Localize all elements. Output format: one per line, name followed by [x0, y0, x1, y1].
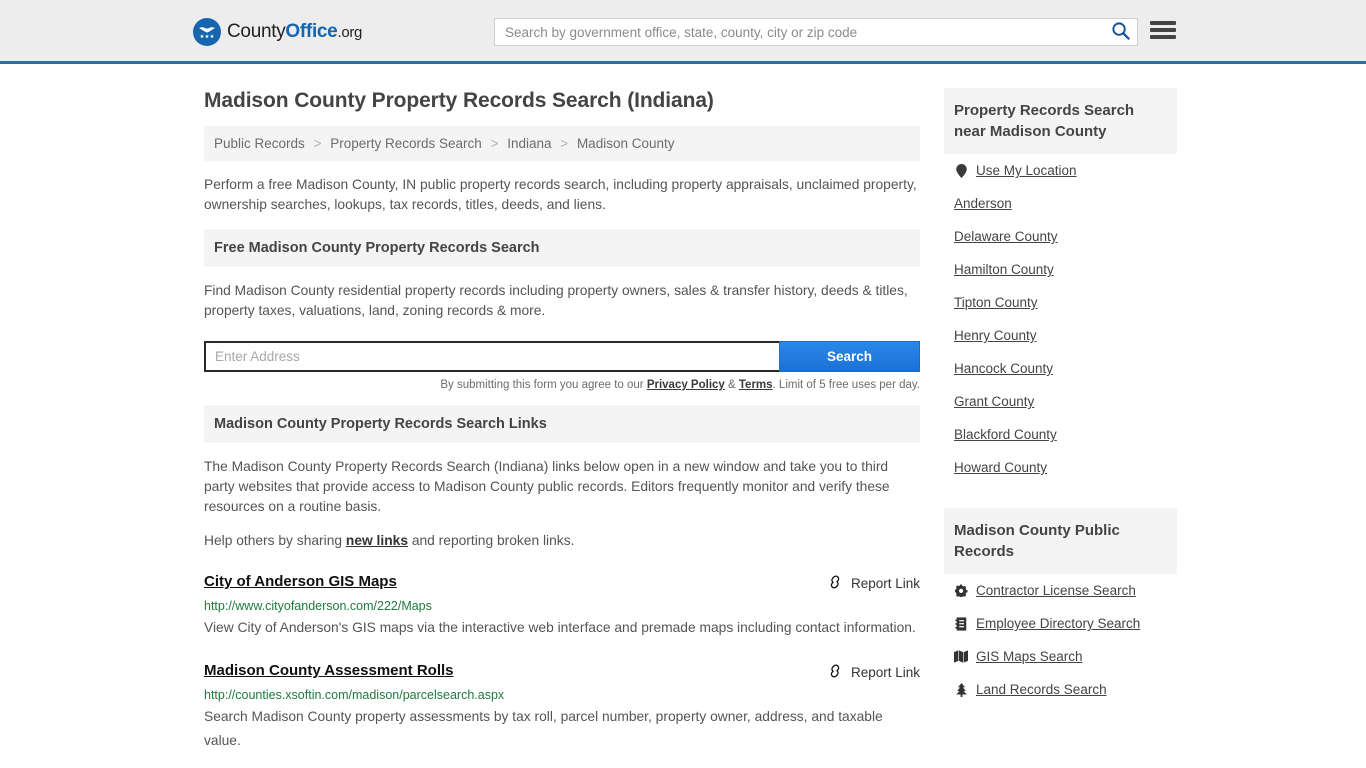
disclaimer-suffix: . Limit of 5 free uses per day. — [772, 379, 920, 391]
page-intro-text: Perform a free Madison County, IN public… — [204, 177, 917, 212]
hamburger-bar — [1150, 28, 1176, 32]
sidebar-link-label[interactable]: Grant County — [954, 394, 1034, 409]
link-result-url: http://counties.xsoftin.com/madison/parc… — [204, 688, 505, 702]
sidebar-item-blackford-county[interactable]: Blackford County — [944, 418, 1177, 451]
sidebar: Property Records Search near Madison Cou… — [944, 64, 1177, 706]
hamburger-bar — [1150, 21, 1176, 25]
link-result-title[interactable]: Madison County Assessment Rolls — [204, 662, 454, 679]
link-result-header: City of Anderson GIS Maps Report Link — [204, 573, 920, 593]
sidebar-link-label[interactable]: Howard County — [954, 460, 1047, 475]
eagle-shield-logo-icon — [193, 18, 221, 46]
logo-text-org: .org — [337, 24, 363, 41]
address-search-button[interactable]: Search — [779, 341, 920, 372]
tree-icon — [954, 682, 968, 697]
sidebar-item-hancock-county[interactable]: Hancock County — [944, 352, 1177, 385]
global-search-bar[interactable] — [494, 18, 1138, 46]
sidebar-item-grant-county[interactable]: Grant County — [944, 385, 1177, 418]
breadcrumb: Public Records > Property Records Search… — [204, 126, 920, 161]
sidebar-public-records-heading: Madison County Public Records — [944, 508, 1177, 574]
report-link-button[interactable]: Report Link — [827, 662, 920, 682]
link-result-item: Madison County Assessment Rolls Report L… — [204, 662, 920, 753]
sidebar-item-land-records-search[interactable]: Land Records Search — [944, 673, 1177, 706]
sidebar-link-label[interactable]: GIS Maps Search — [976, 649, 1083, 664]
link-result-title[interactable]: City of Anderson GIS Maps — [204, 573, 397, 590]
sidebar-item-tipton-county[interactable]: Tipton County — [944, 286, 1177, 319]
terms-link[interactable]: Terms — [739, 379, 773, 391]
address-book-icon — [954, 616, 968, 631]
hamburger-bar — [1150, 35, 1176, 39]
sidebar-item-contractor-license-search[interactable]: Contractor License Search — [944, 574, 1177, 607]
page-title: Madison County Property Records Search (… — [204, 89, 714, 112]
breadcrumb-item-madison-county[interactable]: Madison County — [577, 136, 675, 151]
main-content: Madison County Property Records Search (… — [204, 64, 920, 753]
site-header: CountyOffice.org — [0, 0, 1366, 64]
links-section-paragraph: The Madison County Property Records Sear… — [204, 459, 890, 514]
share-links-text: Help others by sharing new links and rep… — [204, 531, 920, 551]
hamburger-menu-icon[interactable] — [1150, 19, 1176, 41]
map-icon — [954, 650, 968, 663]
breadcrumb-separator: > — [313, 136, 322, 151]
sidebar-item-henry-county[interactable]: Henry County — [944, 319, 1177, 352]
breadcrumb-item-property-records-search[interactable]: Property Records Search — [330, 136, 482, 151]
sidebar-item-delaware-county[interactable]: Delaware County — [944, 220, 1177, 253]
sidebar-link-label[interactable]: Hancock County — [954, 361, 1053, 376]
address-input[interactable] — [204, 341, 779, 372]
sidebar-link-label[interactable]: Anderson — [954, 196, 1012, 211]
report-link-button[interactable]: Report Link — [827, 573, 920, 593]
sidebar-link-label[interactable]: Delaware County — [954, 229, 1058, 244]
form-disclaimer: By submitting this form you agree to our… — [204, 379, 920, 391]
sidebar-item-gis-maps-search[interactable]: GIS Maps Search — [944, 640, 1177, 673]
sidebar-item-use-my-location[interactable]: Use My Location — [944, 154, 1177, 187]
sidebar-nearby-list: Use My Location Anderson Delaware County… — [944, 154, 1177, 484]
sidebar-nearby-heading: Property Records Search near Madison Cou… — [944, 88, 1177, 154]
broken-link-icon — [827, 663, 843, 682]
sidebar-link-label[interactable]: Hamilton County — [954, 262, 1054, 277]
sidebar-item-employee-directory-search[interactable]: Employee Directory Search — [944, 607, 1177, 640]
map-pin-icon — [954, 163, 968, 178]
breadcrumb-separator: > — [490, 136, 499, 151]
breadcrumb-separator: > — [560, 136, 569, 151]
breadcrumb-item-public-records[interactable]: Public Records — [214, 136, 305, 151]
privacy-policy-link[interactable]: Privacy Policy — [647, 379, 725, 391]
sidebar-link-label[interactable]: Blackford County — [954, 427, 1057, 442]
gear-icon — [954, 584, 968, 597]
sidebar-item-hamilton-county[interactable]: Hamilton County — [944, 253, 1177, 286]
free-search-heading: Free Madison County Property Records Sea… — [204, 229, 920, 267]
sidebar-item-howard-county[interactable]: Howard County — [944, 451, 1177, 484]
broken-link-icon — [827, 574, 843, 593]
sidebar-link-label[interactable]: Contractor License Search — [976, 583, 1136, 598]
search-submit-button[interactable] — [1103, 19, 1137, 45]
links-section-heading: Madison County Property Records Search L… — [204, 405, 920, 443]
free-search-description: Find Madison County residential property… — [204, 283, 908, 318]
search-input[interactable] — [495, 19, 1103, 45]
sidebar-link-label[interactable]: Land Records Search — [976, 682, 1107, 697]
sidebar-link-label[interactable]: Employee Directory Search — [976, 616, 1140, 631]
disclaimer-amp: & — [724, 379, 739, 391]
disclaimer-prefix: By submitting this form you agree to our — [440, 379, 647, 391]
page-body: Madison County Property Records Search (… — [0, 64, 1366, 753]
share-suffix: and reporting broken links. — [408, 533, 575, 548]
sidebar-item-anderson[interactable]: Anderson — [944, 187, 1177, 220]
logo-text-office: Office — [285, 21, 338, 42]
link-result-url: http://www.cityofanderson.com/222/Maps — [204, 599, 432, 613]
share-prefix: Help others by sharing — [204, 533, 346, 548]
search-icon — [1111, 21, 1130, 43]
link-result-item: City of Anderson GIS Maps Report Link ht… — [204, 573, 920, 640]
site-logo[interactable]: CountyOffice.org — [193, 18, 362, 46]
sidebar-link-label[interactable]: Henry County — [954, 328, 1037, 343]
logo-text-county: County — [227, 21, 286, 42]
site-logo-text: CountyOffice.org — [227, 21, 362, 43]
link-result-description: Search Madison County property assessmen… — [204, 709, 883, 748]
address-search-form: Search — [204, 341, 920, 372]
sidebar-public-records-list: Contractor License Search Employee Direc… — [944, 574, 1177, 706]
report-link-label: Report Link — [850, 576, 920, 591]
breadcrumb-item-indiana[interactable]: Indiana — [507, 136, 551, 151]
sidebar-link-label[interactable]: Tipton County — [954, 295, 1038, 310]
sidebar-link-label[interactable]: Use My Location — [976, 163, 1077, 178]
link-result-header: Madison County Assessment Rolls Report L… — [204, 662, 920, 682]
new-links-link[interactable]: new links — [346, 533, 408, 548]
report-link-label: Report Link — [850, 665, 920, 680]
link-result-description: View City of Anderson's GIS maps via the… — [204, 620, 916, 635]
